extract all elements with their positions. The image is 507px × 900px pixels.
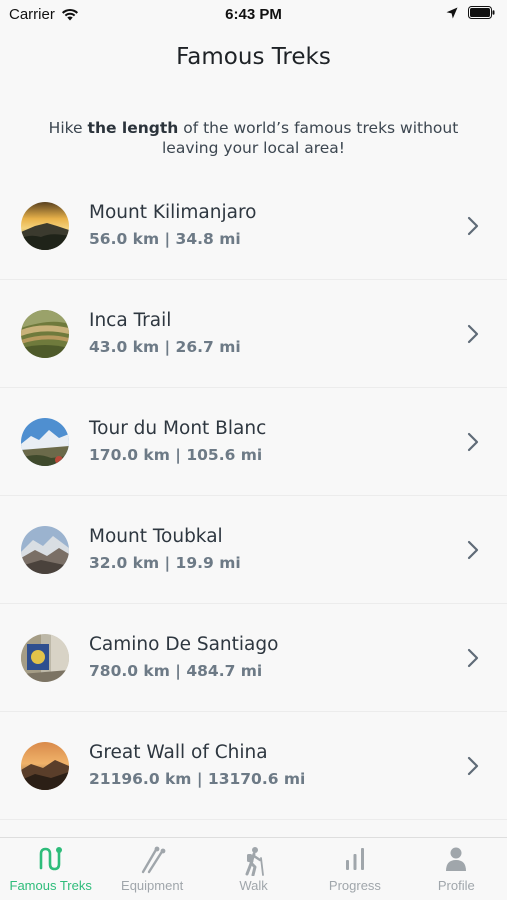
status-time: 6:43 PM — [225, 6, 282, 23]
trekking-poles-icon — [141, 846, 166, 874]
trek-name: Great Wall of China — [89, 742, 268, 763]
trek-thumbnail — [21, 202, 69, 250]
trek-thumbnail — [21, 634, 69, 682]
tab-bar: Famous Treks Equipment Walk Progress Pro… — [0, 837, 507, 900]
chevron-right-icon — [467, 324, 479, 344]
trek-distance: 21196.0 km | 13170.6 mi — [89, 770, 306, 788]
trek-name: Tour du Mont Blanc — [89, 418, 267, 439]
trek-row-mount-kilimanjaro[interactable]: Mount Kilimanjaro 56.0 km | 34.8 mi — [0, 172, 507, 280]
chevron-right-icon — [467, 216, 479, 236]
trek-distance: 56.0 km | 34.8 mi — [89, 230, 241, 248]
page-title: Famous Treks — [176, 44, 331, 70]
chevron-right-icon — [467, 756, 479, 776]
tab-label: Equipment — [121, 878, 184, 893]
chevron-right-icon — [467, 432, 479, 452]
tab-profile[interactable]: Profile — [406, 838, 507, 900]
intro-emphasis: the length — [87, 119, 179, 137]
person-icon — [446, 847, 467, 871]
route-icon — [39, 847, 62, 871]
trek-name: Mount Toubkal — [89, 526, 223, 547]
trek-distance: 780.0 km | 484.7 mi — [89, 662, 263, 680]
intro-suffix: of the world’s famous treks without leav… — [161, 119, 459, 157]
tab-label: Profile — [437, 878, 475, 893]
tab-label: Walk — [239, 878, 268, 893]
tab-label: Progress — [328, 878, 381, 893]
trek-thumbnail — [21, 418, 69, 466]
trek-list: Mount Kilimanjaro 56.0 km | 34.8 mi Inca… — [0, 172, 507, 820]
status-bar: Carrier 6:43 PM — [0, 0, 507, 28]
tab-famous-treks[interactable]: Famous Treks — [0, 838, 101, 900]
trek-row-tour-du-mont-blanc[interactable]: Tour du Mont Blanc 170.0 km | 105.6 mi — [0, 388, 507, 496]
tab-walk[interactable]: Walk — [203, 838, 304, 900]
trek-name: Inca Trail — [89, 310, 172, 331]
trek-row-camino-de-santiago[interactable]: Camino De Santiago 780.0 km | 484.7 mi — [0, 604, 507, 712]
trek-row-great-wall-of-china[interactable]: Great Wall of China 21196.0 km | 13170.6… — [0, 712, 507, 820]
trek-distance: 170.0 km | 105.6 mi — [89, 446, 263, 464]
trek-row-inca-trail[interactable]: Inca Trail 43.0 km | 26.7 mi — [0, 280, 507, 388]
trek-name: Camino De Santiago — [89, 634, 279, 655]
battery-icon — [468, 6, 495, 19]
trek-thumbnail — [21, 742, 69, 790]
tab-equipment[interactable]: Equipment — [101, 838, 202, 900]
chevron-right-icon — [467, 648, 479, 668]
chevron-right-icon — [467, 540, 479, 560]
location-arrow-icon — [446, 7, 458, 18]
trek-name: Mount Kilimanjaro — [89, 202, 257, 223]
tab-progress[interactable]: Progress — [304, 838, 405, 900]
trek-thumbnail — [21, 526, 69, 574]
trek-distance: 43.0 km | 26.7 mi — [89, 338, 241, 356]
bar-chart-icon — [345, 848, 364, 870]
intro-prefix: Hike — [48, 119, 88, 137]
tab-label: Famous Treks — [9, 878, 92, 893]
hiker-icon — [245, 847, 264, 876]
trek-distance: 32.0 km | 19.9 mi — [89, 554, 241, 572]
intro-text: Hike the length of the world’s famous tr… — [40, 118, 467, 158]
trek-row-mount-toubkal[interactable]: Mount Toubkal 32.0 km | 19.9 mi — [0, 496, 507, 604]
trek-thumbnail — [21, 310, 69, 358]
